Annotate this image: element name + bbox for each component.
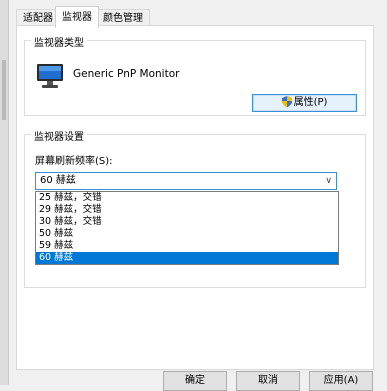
refresh-option[interactable]: 30 赫兹，交错 [36,216,338,228]
refresh-option-selected[interactable]: 60 赫兹 [36,252,338,264]
background-window-scroll-mark [2,60,6,120]
monitor-name: Generic PnP Monitor [73,68,180,80]
ok-button[interactable]: 确定 [163,371,227,391]
refresh-option[interactable]: 29 赫兹，交错 [36,204,338,216]
refresh-rate-value: 60 赫兹 [40,175,76,186]
tab-monitor[interactable]: 监视器 [55,6,99,28]
refresh-option[interactable]: 59 赫兹 [36,240,338,252]
monitor-type-group-title: 监视器类型 [31,34,87,49]
monitor-tab-page: 监视器类型 Generic PnP Monitor 属性(P) 监视器设置 屏幕… [16,25,374,370]
refresh-rate-dropdown-list: 25 赫兹，交错 29 赫兹，交错 30 赫兹，交错 50 赫兹 59 赫兹 6… [35,191,339,265]
monitor-type-group: 监视器类型 Generic PnP Monitor 属性(P) [24,34,366,116]
uac-shield-icon [281,96,292,107]
cancel-button[interactable]: 取消 [236,371,300,391]
refresh-rate-label: 屏幕刷新频率(S): [35,156,113,167]
refresh-rate-select[interactable]: 60 赫兹 ∨ [35,172,337,190]
refresh-option[interactable]: 25 赫兹，交错 [36,192,338,204]
properties-button-label: 属性(P) [293,97,328,108]
properties-button[interactable]: 属性(P) [252,94,357,112]
monitor-settings-group-title: 监视器设置 [31,128,87,143]
monitor-icon [37,64,63,88]
refresh-option[interactable]: 50 赫兹 [36,228,338,240]
chevron-down-icon[interactable]: ∨ [325,174,332,188]
background-window-edge [0,0,9,385]
apply-button[interactable]: 应用(A) [309,371,373,391]
